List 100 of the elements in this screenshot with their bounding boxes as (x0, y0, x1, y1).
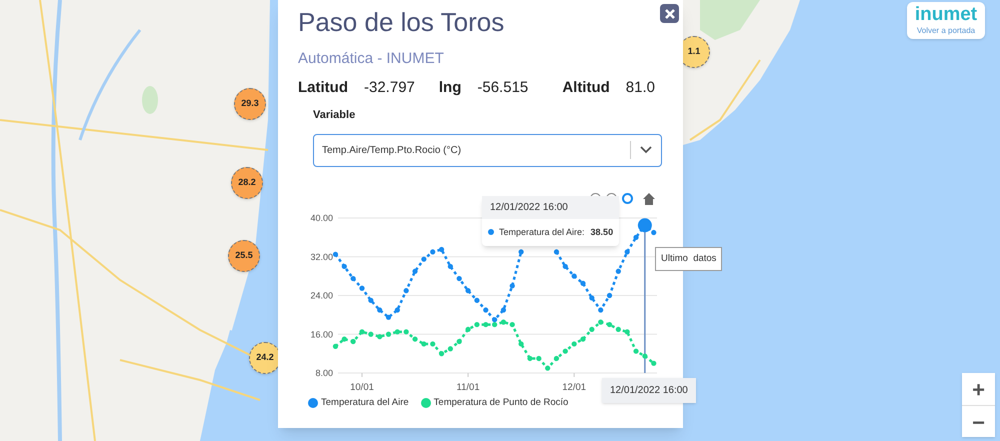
data-point (394, 328, 400, 334)
data-point (421, 340, 426, 346)
data-point (474, 297, 480, 302)
legend-label[interactable]: Temperatura de Punto de Rocío (434, 396, 568, 410)
data-point (359, 285, 365, 290)
data-point (589, 294, 594, 300)
x-axis-label: 10/01 (350, 382, 374, 392)
legend-marker (308, 398, 318, 408)
data-point (342, 263, 347, 269)
data-point (368, 331, 374, 336)
data-point (633, 348, 639, 354)
data-point (606, 292, 612, 298)
data-point (624, 248, 630, 254)
y-axis-label: 32.00 (310, 251, 333, 262)
data-point (527, 355, 533, 361)
data-point (386, 331, 392, 336)
coord-value: -32.797 (364, 78, 415, 98)
data-point (536, 355, 542, 361)
data-point (518, 248, 524, 254)
data-point (500, 319, 506, 324)
annotation-label: Ultimo datos (655, 246, 722, 271)
data-point (580, 280, 586, 286)
y-axis-label: 24.00 (310, 290, 333, 300)
data-point (438, 350, 444, 356)
data-point (368, 297, 374, 302)
x-axis-label: 11/01 (456, 382, 480, 392)
data-point (580, 336, 586, 342)
coord-value: 81.0 (626, 78, 655, 98)
highlighted-point (638, 218, 652, 232)
crosshair-label: 12/01/2022 16:00 (602, 378, 696, 402)
data-point (350, 338, 356, 344)
data-point (404, 288, 409, 293)
data-point (624, 328, 630, 334)
data-point (448, 263, 453, 269)
tooltip-title: 12/01/2022 16:00 (482, 196, 620, 218)
data-point (545, 365, 550, 370)
select-value: Temp.Aire/Temp.Pto.Rocio (°C) (321, 144, 462, 158)
data-point (642, 352, 648, 358)
x-axis-label: 12/01 (562, 382, 586, 392)
data-point (332, 343, 338, 348)
data-point (518, 340, 524, 346)
legend-label[interactable]: Temperatura del Aire (321, 396, 409, 410)
data-point (606, 321, 612, 327)
tooltip-value: 38.50 (590, 226, 614, 238)
data-point (359, 328, 365, 334)
range-option[interactable] (622, 193, 633, 204)
data-point (483, 306, 488, 312)
y-axis-label: 8.00 (315, 368, 333, 378)
tooltip-marker-icon (488, 229, 494, 236)
data-point (386, 314, 392, 320)
data-point (572, 340, 577, 346)
data-point (589, 326, 594, 332)
data-point (456, 275, 462, 281)
y-axis-label: 40.00 (310, 212, 333, 222)
data-point (510, 282, 515, 288)
logo-link-text: Volver a portada (916, 24, 976, 36)
variable-select[interactable]: Temp.Aire/Temp.Pto.Rocio (°C) (313, 134, 662, 166)
data-point (377, 306, 382, 312)
data-point (616, 268, 621, 274)
data-point (448, 346, 453, 351)
home-icon[interactable] (643, 192, 655, 204)
data-point (438, 246, 444, 252)
data-point (421, 256, 426, 262)
station-title: Paso de los Toros (298, 6, 506, 38)
data-point (562, 348, 568, 354)
data-point (554, 355, 560, 361)
data-point (483, 321, 488, 327)
tooltip-series: Temperatura del Aire: (499, 226, 585, 239)
data-point (412, 336, 418, 342)
data-point (332, 251, 338, 256)
data-point (474, 321, 480, 327)
data-point (510, 321, 515, 327)
data-point (651, 229, 656, 235)
coord-label: lng (438, 78, 462, 98)
data-point (598, 306, 604, 312)
data-point (430, 248, 436, 254)
close-button[interactable] (660, 4, 679, 23)
chevron-down-icon (640, 146, 652, 154)
zoom-button[interactable]: + (962, 373, 995, 405)
data-point (342, 336, 347, 342)
data-point (572, 273, 577, 278)
logo-text: inumet (914, 4, 978, 24)
data-point (562, 263, 568, 269)
data-point (465, 326, 471, 332)
data-point (465, 288, 471, 293)
data-point (500, 306, 506, 312)
data-point (651, 360, 656, 366)
data-point (430, 340, 436, 346)
data-point (412, 268, 418, 274)
coord-value: -56.515 (477, 78, 528, 98)
field-label: Variable (313, 108, 356, 123)
close-icon (664, 8, 674, 18)
data-point (554, 248, 560, 254)
zoom-button[interactable]: − (962, 405, 995, 437)
data-point (456, 338, 462, 344)
legend-marker (420, 398, 431, 408)
data-point (377, 334, 382, 339)
data-point (394, 306, 400, 312)
station-subtitle: Automática - INUMET (298, 49, 445, 69)
coord-label: Altitud (562, 78, 610, 98)
